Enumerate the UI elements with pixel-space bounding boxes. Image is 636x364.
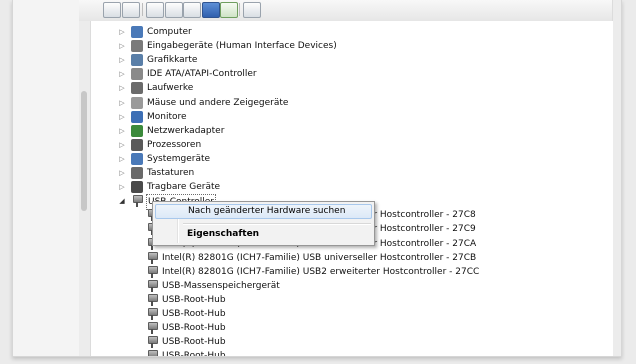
scan-hardware-button[interactable] [220,2,238,18]
toolbar-separator [142,3,143,16]
tree-category-label: Prozessoren [147,139,202,150]
tree-category-label: Computer [147,27,192,37]
tree-device-label: USB-Root-Hub [162,294,226,305]
tree-category-label: Eingabegeräte (Human Interface Devices) [147,41,337,52]
device-manager-window: ▷ Computer ▷ Eingabegeräte (Human Interface… [12,0,622,357]
window-left-margin [13,0,79,356]
expand-arrow-icon[interactable]: ▷ [117,53,127,67]
tree-category-label: Monitore [147,111,187,122]
usb-plug-icon [146,308,158,320]
context-menu: Nach geänderter Hardware suchen Eigensch… [152,201,375,246]
network-adapter-icon [131,124,143,137]
expand-arrow-icon[interactable]: ▷ [117,180,127,194]
window-right-edge [612,0,621,356]
tree-category-label: Mäuse und andere Zeigegeräte [147,97,289,108]
tree-category-label: Grafikkarte [147,55,198,66]
toolbar-separator [239,3,240,16]
processor-icon [131,138,143,151]
menu-item-scan-hardware[interactable]: Nach geänderter Hardware suchen [155,204,372,219]
toolbar [79,0,613,22]
tree-category-label: Tragbare Geräte [147,182,221,193]
help-button[interactable] [183,2,201,18]
tree-category-label: IDE ATA/ATAPI-Controller [147,69,257,80]
usb-plug-icon [146,322,158,335]
device-tree: ▷ Computer ▷ Eingabegeräte (Human Interface… [91,21,613,356]
disk-drive-icon [131,82,143,95]
tree-category-label: Systemgeräte [147,153,211,164]
computer-icon [131,26,143,38]
usb-plug-icon [146,293,158,306]
keyboard-icon [131,167,143,179]
expand-arrow-icon[interactable]: ▷ [117,81,127,95]
monitor-icon [131,110,143,123]
usb-plug-icon [146,251,158,264]
tree-device-label: USB-Root-Hub [162,323,226,334]
scrollbar-thumb[interactable] [81,91,87,211]
tree-device-label: USB-Root-Hub [161,349,227,356]
usb-plug-icon [146,336,158,349]
context-menu-separator [183,223,371,225]
usb-plug-icon [146,279,158,292]
expand-arrow-icon[interactable]: ▷ [117,166,127,180]
tree-category-label: Laufwerke [147,83,194,94]
expand-arrow-icon[interactable]: ▷ [117,96,127,110]
tree-device-label: Intel(R) 82801G (ICH7-Familie) USB unive… [162,252,477,263]
menu-item-properties[interactable]: Eigenschaften [155,227,372,242]
usb-plug-icon [146,350,158,356]
tree-left-scrollbar[interactable] [79,21,91,356]
tree-category-label: Netzwerkadapter [147,125,225,136]
show-hide-console-tree-button[interactable] [146,2,164,18]
uninstall-button[interactable] [243,2,261,18]
usb-plug-icon [146,265,158,278]
expand-arrow-icon[interactable]: ▷ [117,152,127,166]
portable-devices-icon [131,181,143,194]
collapse-arrow-icon[interactable]: ◢ [117,194,127,208]
tree-device-label: USB-Massenspeichergerät [162,280,280,291]
expand-arrow-icon[interactable]: ▷ [117,67,127,81]
tree-device-label: USB-Root-Hub [162,309,226,319]
display-adapter-icon [131,54,143,67]
system-devices-icon [131,152,143,165]
ide-controller-icon [131,68,143,81]
tree-category-label: Tastaturen [147,168,195,178]
expand-arrow-icon[interactable]: ▷ [117,25,127,39]
usb-plug-icon [131,195,143,208]
expand-arrow-icon[interactable]: ▷ [117,110,127,124]
forward-button[interactable] [122,2,140,18]
expand-arrow-icon[interactable]: ▷ [117,124,127,138]
tree-device-label: USB-Root-Hub [162,337,226,348]
update-driver-button[interactable] [202,2,220,18]
hid-icon [131,40,143,53]
tree-device-label: Intel(R) 82801G (ICH7-Familie) USB2 erwe… [162,266,480,277]
expand-arrow-icon[interactable]: ▷ [117,39,127,53]
back-button[interactable] [103,2,121,18]
mouse-icon [131,96,143,109]
expand-arrow-icon[interactable]: ▷ [117,138,127,152]
properties-button[interactable] [165,2,183,18]
